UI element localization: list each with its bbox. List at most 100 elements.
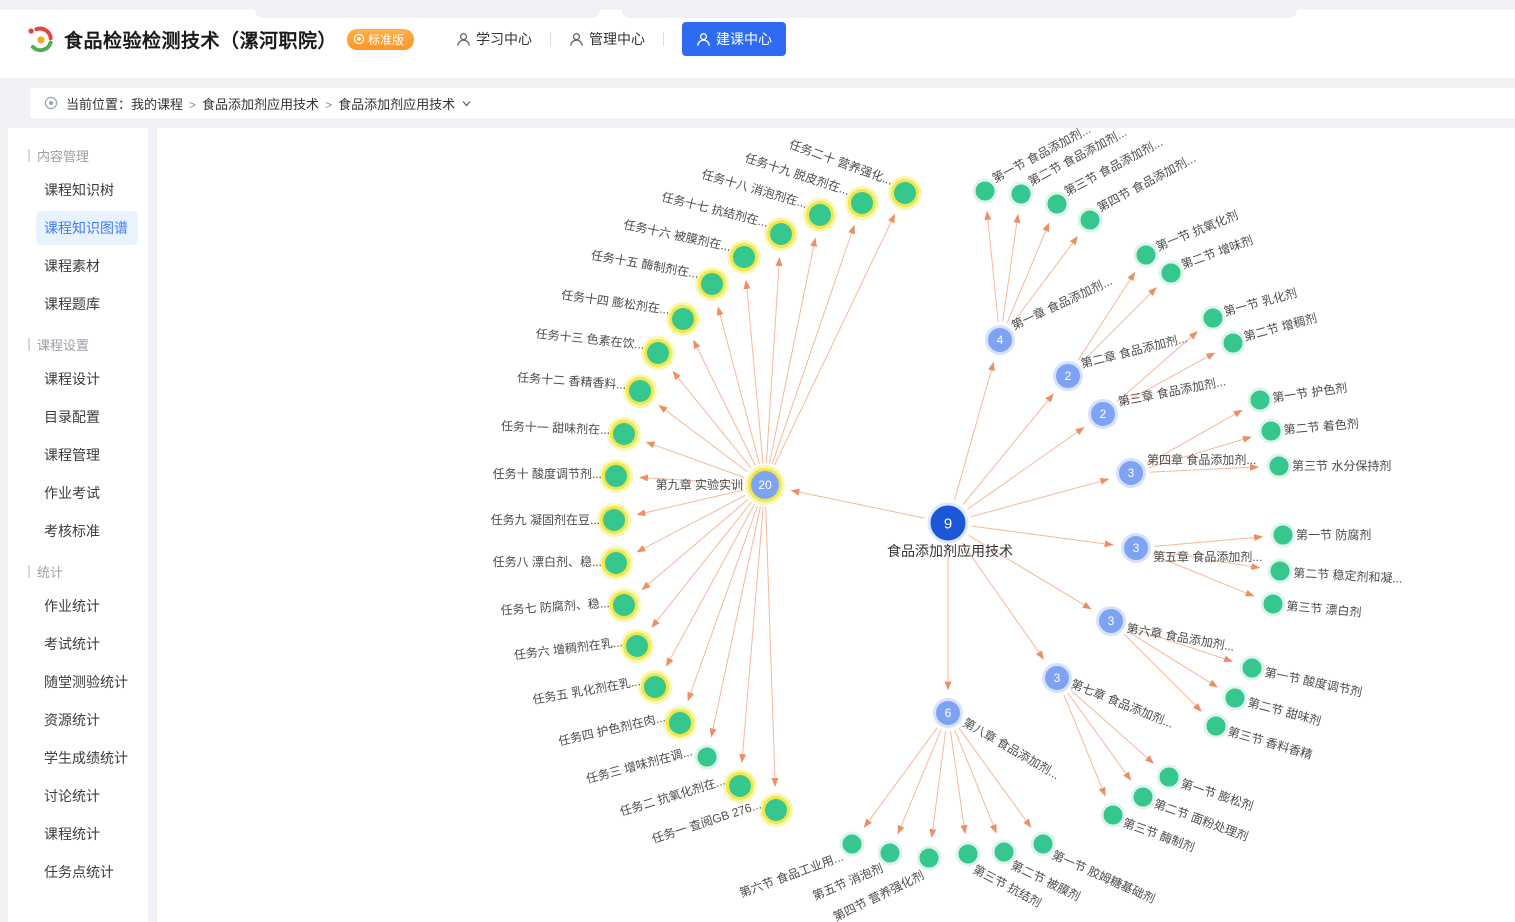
chevron-down-icon[interactable] — [461, 98, 472, 109]
sidebar-item-讨论统计[interactable]: 讨论统计 — [8, 777, 148, 815]
graph-edge — [951, 731, 965, 833]
graph-node-ch4[interactable]: 3 — [1118, 460, 1145, 487]
graph-edge — [955, 730, 996, 832]
edition-badge-label: 标准版 — [368, 31, 404, 48]
sidebar-item-学生成绩统计[interactable]: 学生成绩统计 — [8, 739, 148, 777]
graph-node-t10[interactable] — [599, 459, 633, 493]
graph-node-t4[interactable] — [663, 706, 697, 740]
sidebar-item-课程管理[interactable]: 课程管理 — [8, 436, 148, 474]
graph-node-t6[interactable] — [620, 629, 654, 663]
graph-node-s21[interactable] — [1135, 244, 1157, 266]
graph-node-s81[interactable] — [1032, 833, 1054, 855]
graph-node-t2[interactable] — [723, 769, 757, 803]
graph-node-t19[interactable] — [845, 186, 879, 220]
sidebar-item-课程知识图谱[interactable]: 课程知识图谱 — [36, 211, 138, 245]
graph-node-s14[interactable] — [1079, 209, 1101, 231]
nav-learning-center[interactable]: 学习中心 — [456, 29, 532, 49]
graph-node-t17[interactable] — [764, 217, 798, 251]
graph-node-s42[interactable] — [1260, 420, 1282, 442]
graph-node-s32[interactable] — [1222, 332, 1244, 354]
graph-node-ch8[interactable]: 6 — [935, 700, 962, 727]
graph-node-t20[interactable] — [888, 176, 922, 210]
breadcrumb-item[interactable]: 我的课程 — [131, 97, 183, 112]
graph-node-s13[interactable] — [1046, 193, 1068, 215]
sidebar-item-课程题库[interactable]: 课程题库 — [8, 285, 148, 323]
graph-node-label: 任务十二 香精香料... — [517, 369, 627, 392]
graph-node-s22[interactable] — [1160, 262, 1182, 284]
graph-edge — [666, 504, 754, 666]
graph-node-label: 第二节 增稠剂 — [1242, 310, 1319, 344]
graph-node-s71[interactable] — [1158, 766, 1180, 788]
graph-node-t18[interactable] — [803, 198, 837, 232]
graph-node-s11[interactable] — [974, 180, 996, 202]
graph-node-t3[interactable] — [696, 746, 718, 768]
graph-node-t14[interactable] — [666, 302, 700, 336]
graph-node-ch7[interactable]: 3 — [1044, 665, 1071, 692]
graph-node-t9[interactable] — [597, 503, 631, 537]
breadcrumb-items: 我的课程>食品添加剂应用技术>食品添加剂应用技术 — [131, 94, 455, 113]
graph-node-t7[interactable] — [607, 588, 641, 622]
nav-admin-center[interactable]: 管理中心 — [569, 29, 645, 49]
graph-node-s83[interactable] — [957, 843, 979, 865]
graph-node-n20[interactable]: 20 — [745, 465, 785, 505]
graph-node-label: 任务十五 酶制剂在... — [590, 247, 700, 281]
graph-node-t5[interactable] — [638, 670, 672, 704]
graph-node-label: 第一节 护色剂 — [1271, 380, 1348, 405]
graph-node-s82[interactable] — [993, 841, 1015, 863]
graph-node-ch6[interactable]: 3 — [1098, 608, 1125, 635]
graph-node-s12[interactable] — [1010, 183, 1032, 205]
sidebar-item-考核标准[interactable]: 考核标准 — [8, 512, 148, 550]
sidebar-item-目录配置[interactable]: 目录配置 — [8, 398, 148, 436]
graph-node-s62[interactable] — [1224, 687, 1246, 709]
graph-node-ch5[interactable]: 3 — [1123, 535, 1150, 562]
medal-icon — [353, 33, 365, 45]
graph-edge — [647, 442, 745, 477]
breadcrumb-item[interactable]: 食品添加剂应用技术 — [202, 97, 319, 112]
graph-node-t16[interactable] — [727, 240, 761, 274]
graph-node-ch1[interactable]: 4 — [987, 327, 1014, 354]
graph-node-s51[interactable] — [1272, 524, 1294, 546]
graph-node-root[interactable]: 9 — [929, 504, 967, 542]
node-count: 3 — [1108, 614, 1115, 628]
graph-node-s72[interactable] — [1132, 786, 1154, 808]
graph-node-s63[interactable] — [1205, 715, 1227, 737]
sidebar-item-课程知识树[interactable]: 课程知识树 — [8, 171, 148, 209]
sidebar-item-随堂测验统计[interactable]: 随堂测验统计 — [8, 663, 148, 701]
graph-node-s43[interactable] — [1268, 455, 1290, 477]
sidebar-item-资源统计[interactable]: 资源统计 — [8, 701, 148, 739]
sidebar-item-课程统计[interactable]: 课程统计 — [8, 815, 148, 853]
graph-node-s31[interactable] — [1202, 307, 1224, 329]
graph-node-s85[interactable] — [879, 842, 901, 864]
nav-divider — [663, 32, 664, 46]
graph-node-t12[interactable] — [623, 374, 657, 408]
graph-node-t1[interactable] — [759, 793, 793, 827]
sidebar-item-课程设计[interactable]: 课程设计 — [8, 360, 148, 398]
sidebar-item-作业考试[interactable]: 作业考试 — [8, 474, 148, 512]
graph-node-t13[interactable] — [641, 336, 675, 370]
sidebar-item-考试统计[interactable]: 考试统计 — [8, 625, 148, 663]
sidebar-item-作业统计[interactable]: 作业统计 — [8, 587, 148, 625]
breadcrumb-item[interactable]: 食品添加剂应用技术 — [338, 97, 455, 112]
graph-node-s41[interactable] — [1249, 389, 1271, 411]
graph-node-label: 任务十六 被膜剂在... — [622, 217, 732, 254]
graph-node-s86[interactable] — [841, 833, 863, 855]
graph-node-label: 任务七 防腐剂、稳... — [500, 595, 610, 618]
knowledge-graph-svg[interactable]: 94223333620食品添加剂应用技术第一章 食品添加剂...第二章 食品添加… — [157, 128, 1515, 922]
sidebar-item-课程素材[interactable]: 课程素材 — [8, 247, 148, 285]
graph-edge — [987, 212, 998, 322]
graph-node-s61[interactable] — [1241, 657, 1263, 679]
graph-node-s53[interactable] — [1262, 593, 1284, 615]
graph-edge — [1003, 215, 1018, 322]
nav-course-builder-button[interactable]: 建课中心 — [682, 22, 786, 56]
graph-node-s84[interactable] — [918, 847, 940, 869]
graph-node-ch3[interactable]: 2 — [1090, 401, 1117, 428]
person-icon — [569, 32, 584, 47]
graph-node-t15[interactable] — [695, 267, 729, 301]
sidebar-item-任务点统计[interactable]: 任务点统计 — [8, 853, 148, 891]
graph-node-t8[interactable] — [599, 546, 633, 580]
graph-node-t11[interactable] — [607, 417, 641, 451]
graph-node-s73[interactable] — [1102, 804, 1124, 826]
graph-node-s52[interactable] — [1269, 560, 1291, 582]
graph-node-label: 第二章 食品添加剂... — [1079, 330, 1189, 371]
graph-node-ch2[interactable]: 2 — [1055, 363, 1082, 390]
